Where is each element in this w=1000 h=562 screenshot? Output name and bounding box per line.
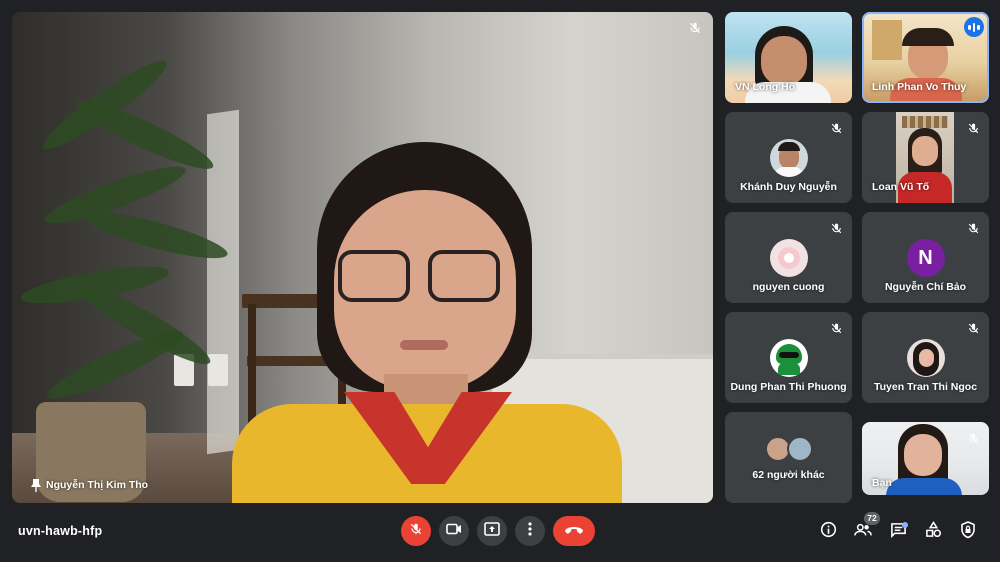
mic-off-icon <box>963 428 983 448</box>
others-tile[interactable]: 62 người khác <box>725 412 852 503</box>
avatar <box>769 139 808 177</box>
avatar <box>906 339 945 377</box>
meeting-info-button[interactable] <box>818 521 838 543</box>
mic-toggle-button[interactable] <box>401 516 431 546</box>
self-tile[interactable]: Bạn <box>862 422 989 495</box>
mic-off-icon <box>685 18 705 38</box>
participant-face <box>761 36 807 86</box>
participant-face <box>904 434 942 476</box>
people-count-badge: 72 <box>864 512 880 525</box>
participant-tile[interactable]: nguyen cuong <box>725 212 852 303</box>
activities-button[interactable] <box>923 521 943 543</box>
meeting-code: uvn-hawb-hfp <box>18 524 103 538</box>
avatar <box>769 339 808 377</box>
others-count-label: 62 người khác <box>752 469 825 481</box>
mic-off-icon <box>826 218 846 238</box>
room-shelf <box>872 20 902 60</box>
participant-name: Linh Phan Vo Thuy <box>872 81 967 93</box>
mic-off-icon <box>826 118 846 138</box>
mic-off-icon <box>963 118 983 138</box>
chat-unread-dot <box>902 522 908 528</box>
avatar <box>787 436 813 462</box>
video-plant <box>18 51 231 412</box>
participant-name: Dung Phan Thi Phuong <box>730 381 847 393</box>
mic-off-icon <box>826 318 846 338</box>
more-options-button[interactable] <box>515 516 545 546</box>
participant-tile[interactable]: Loan Vũ Tố <box>862 112 989 203</box>
participant-name: VN Long Hồ <box>735 81 796 93</box>
participant-tile[interactable]: Dung Phan Thi Phuong <box>725 312 852 403</box>
videocam-icon <box>446 522 462 540</box>
present-screen-button[interactable] <box>477 516 507 546</box>
participant-shirt <box>886 478 962 495</box>
main-speaker-name: Nguyễn Thị Kim Tho <box>46 479 149 491</box>
mic-off-icon <box>963 218 983 238</box>
participant-tile[interactable]: N Nguyễn Chí Bảo <box>862 212 989 303</box>
participant-name: Tuyen Tran Thi Ngoc <box>873 381 978 393</box>
participant-tile[interactable]: Tuyen Tran Thi Ngoc <box>862 312 989 403</box>
host-controls-button[interactable] <box>958 520 978 544</box>
activities-icon <box>925 521 942 543</box>
participant-tile-speaking[interactable]: Linh Phan Vo Thuy <box>862 12 989 103</box>
participant-name: Nguyễn Chí Bảo <box>884 281 967 293</box>
participant-tile[interactable]: VN Long Hồ <box>725 12 852 103</box>
participant-name: Loan Vũ Tố <box>872 181 930 193</box>
shield-lock-icon <box>960 520 976 544</box>
participant-tile[interactable]: Khánh Duy Nguyễn <box>725 112 852 203</box>
info-icon <box>820 521 837 543</box>
mic-off-icon <box>409 522 423 541</box>
camera-toggle-button[interactable] <box>439 516 469 546</box>
main-speaker-tile[interactable]: Nguyễn Thị Kim Tho <box>12 12 713 503</box>
participant-name: Bạn <box>872 477 892 489</box>
people-icon <box>854 523 872 542</box>
call-end-icon <box>564 522 584 540</box>
present-screen-icon <box>484 521 500 541</box>
avatar <box>769 239 808 277</box>
avatar-initial: N <box>906 239 945 277</box>
pin-icon[interactable] <box>30 478 42 492</box>
leave-call-button[interactable] <box>553 516 595 546</box>
others-avatar-group <box>765 436 813 462</box>
speaking-indicator-icon <box>964 17 984 37</box>
participant-name: Khánh Duy Nguyễn <box>740 181 837 193</box>
mic-off-icon <box>963 318 983 338</box>
people-button[interactable] <box>853 522 873 542</box>
video-participant-figure <box>232 142 632 503</box>
more-vert-icon <box>528 521 532 541</box>
participant-name: nguyen cuong <box>752 281 825 293</box>
participant-hair <box>902 28 954 46</box>
